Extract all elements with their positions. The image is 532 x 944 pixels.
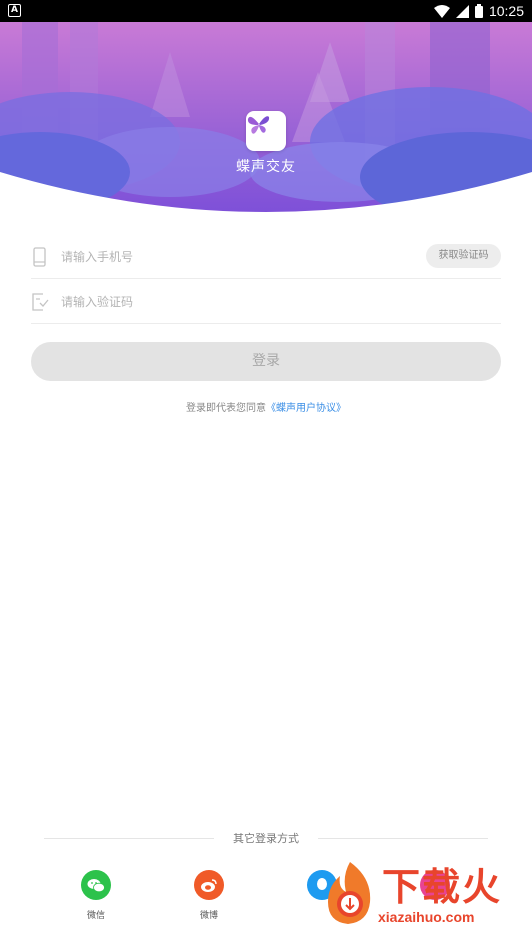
status-bar: A 10:25 bbox=[0, 0, 532, 22]
watermark-url: xiazaihuo.com bbox=[378, 909, 475, 925]
login-button[interactable]: 登录 bbox=[31, 342, 501, 381]
status-time: 10:25 bbox=[488, 3, 524, 19]
other-login-divider: 其它登录方式 bbox=[44, 830, 488, 846]
code-input[interactable] bbox=[61, 288, 401, 316]
phone-field-row: 获取验证码 bbox=[31, 235, 501, 279]
weibo-icon bbox=[194, 870, 224, 900]
wechat-label: 微信 bbox=[86, 911, 105, 921]
wechat-login-button[interactable]: 微信 bbox=[76, 870, 116, 921]
phone-icon bbox=[33, 247, 46, 267]
wechat-icon bbox=[81, 870, 111, 900]
agreement-text: 登录即代表您同意《蝶声用户协议》 bbox=[0, 399, 532, 414]
notification-app-icon: A bbox=[8, 4, 21, 17]
wifi-icon bbox=[433, 4, 450, 18]
battery-icon bbox=[474, 4, 483, 18]
divider-right bbox=[318, 838, 488, 839]
weibo-label: 微博 bbox=[199, 911, 218, 921]
code-field-row bbox=[31, 280, 501, 324]
weibo-login-button[interactable]: 微博 bbox=[189, 870, 229, 921]
agreement-link[interactable]: 《蝶声用户协议》 bbox=[266, 403, 346, 414]
agreement-prefix: 登录即代表您同意 bbox=[186, 403, 266, 414]
butterfly-icon bbox=[247, 116, 270, 134]
hero-banner: 蝶声交友 bbox=[0, 22, 532, 218]
status-icons: 10:25 bbox=[433, 0, 524, 22]
app-name: 蝶声交友 bbox=[236, 159, 296, 175]
watermark-logo: 下载火 xiazaihuo.com bbox=[320, 856, 532, 944]
verify-code-icon bbox=[32, 293, 49, 311]
phone-input[interactable] bbox=[61, 243, 401, 271]
signal-icon bbox=[455, 4, 469, 18]
app-logo bbox=[246, 111, 286, 151]
fire-download-icon bbox=[328, 862, 371, 924]
watermark-text: 下载火 bbox=[382, 865, 503, 909]
get-code-button[interactable]: 获取验证码 bbox=[426, 244, 501, 268]
